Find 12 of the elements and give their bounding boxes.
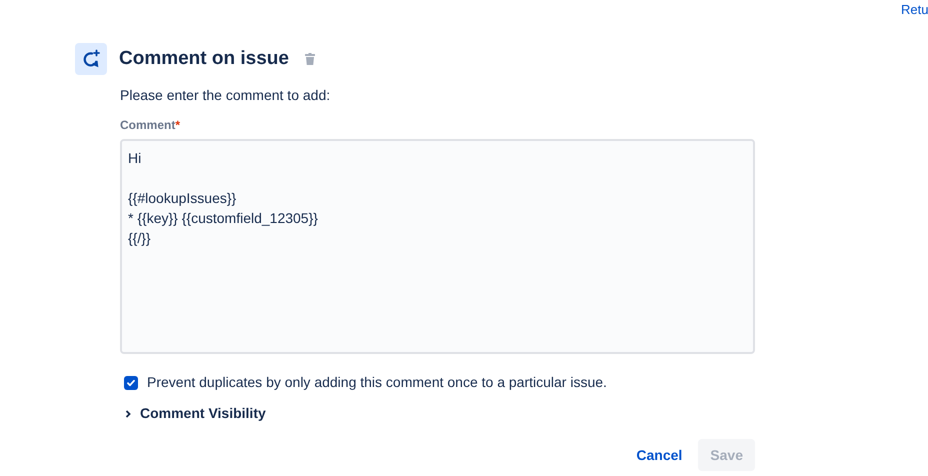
check-icon bbox=[126, 378, 136, 388]
chevron-icon bbox=[124, 410, 132, 418]
prevent-duplicates-checkbox[interactable] bbox=[124, 376, 138, 390]
comment-add-icon bbox=[75, 43, 107, 75]
return-link[interactable]: Retu bbox=[901, 0, 928, 20]
instruction-text: Please enter the comment to add: bbox=[120, 86, 332, 105]
prevent-duplicates-label: Prevent duplicates by only adding this comment once to a particular issue. bbox=[147, 373, 607, 392]
field-label: Comment* bbox=[120, 117, 182, 134]
comment-field[interactable]: Hi {{#lookupIssues}} * {{key}} {{customfield_12305}} {{/}} bbox=[120, 139, 755, 354]
cancel-button[interactable]: Cancel bbox=[624, 439, 694, 471]
page-title: Comment on issue bbox=[119, 46, 289, 71]
comment-visibility-toggle[interactable]: Comment Visibility bbox=[124, 403, 266, 424]
